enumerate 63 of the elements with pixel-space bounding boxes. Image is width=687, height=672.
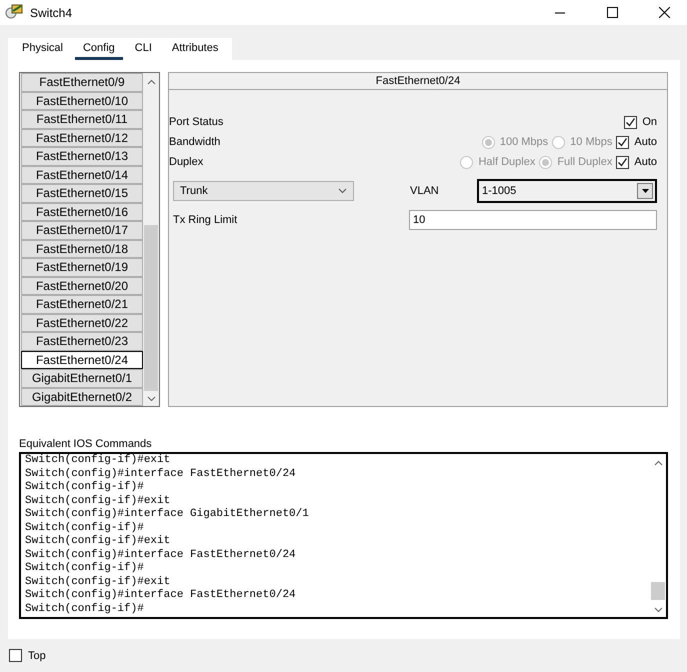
- interface-item[interactable]: FastEthernet0/18: [21, 240, 143, 258]
- interface-item[interactable]: FastEthernet0/13: [21, 147, 143, 166]
- interface-item[interactable]: FastEthernet0/19: [21, 258, 143, 276]
- tab[interactable]: Attributes: [164, 38, 226, 60]
- interface-item[interactable]: FastEthernet0/9: [21, 73, 143, 92]
- setting-label: Bandwidth: [169, 136, 222, 148]
- interface-item[interactable]: FastEthernet0/11: [21, 110, 143, 128]
- command-line: Switch(config-if)#: [25, 522, 145, 535]
- command-line: Switch(config-if)#exit: [25, 576, 172, 589]
- ios-commands-label: Equivalent IOS Commands: [19, 438, 153, 452]
- scrollbar-thumb[interactable]: [144, 225, 158, 391]
- command-line: Switch(config)#interface FastEthernet0/24: [25, 548, 297, 562]
- tab[interactable]: Physical: [14, 38, 71, 60]
- option-label: Full Duplex: [557, 156, 612, 168]
- command-line: Switch(config-if)#: [25, 602, 145, 616]
- command-line: Switch(config)#interface FastEthernet0/24: [25, 589, 297, 602]
- interface-item[interactable]: FastEthernet0/12: [21, 128, 143, 147]
- interface-item[interactable]: FastEthernet0/15: [21, 184, 143, 202]
- mode-dropdown[interactable]: Trunk: [173, 181, 354, 201]
- tx-ring-limit-label: Tx Ring Limit: [173, 214, 238, 226]
- command-line: Switch(config-if)#exit: [25, 535, 172, 548]
- dropdown-arrow-icon: [642, 189, 648, 193]
- panel-title: FastEthernet0/24: [169, 73, 667, 90]
- tx-ring-limit-field[interactable]: 10: [409, 210, 657, 230]
- vlan-label: VLAN: [410, 185, 440, 197]
- option-label: 10 Mbps: [570, 136, 612, 148]
- vlan-dropdown[interactable]: 1-1005: [477, 179, 657, 203]
- command-line: Switch(config)#interface GigabitEthernet0/1: [25, 508, 310, 522]
- interface-item[interactable]: FastEthernet0/17: [21, 221, 143, 240]
- setting-label: Duplex: [169, 156, 204, 168]
- checkbox-label: Auto: [634, 156, 657, 168]
- interface-item[interactable]: FastEthernet0/10: [21, 92, 143, 110]
- command-line: Switch(config-if)#: [25, 481, 145, 494]
- interface-item[interactable]: FastEthernet0/16: [21, 202, 143, 221]
- scroll-down-icon[interactable]: [146, 396, 156, 402]
- checkbox[interactable]: [624, 116, 638, 128]
- setting-label: Port Status: [169, 116, 224, 128]
- interface-item[interactable]: GigabitEthernet0/2: [21, 388, 143, 406]
- scroll-up-icon[interactable]: [146, 79, 156, 85]
- option-label: 100 Mbps: [500, 136, 548, 148]
- interface-item[interactable]: FastEthernet0/20: [21, 276, 143, 295]
- option-label: Half Duplex: [478, 156, 536, 168]
- command-line: Switch(config-if)#exit: [25, 454, 172, 468]
- tab[interactable]: CLI: [126, 38, 160, 60]
- app-icon: [4, 4, 24, 22]
- chevron-icon: [338, 188, 347, 194]
- command-line: Switch(config-if)#exit: [25, 494, 172, 508]
- checkbox[interactable]: [9, 649, 22, 662]
- command-line: Switch(config-if)#: [25, 562, 145, 576]
- window-title: Switch4: [30, 6, 74, 20]
- scrollbar-thumb[interactable]: [651, 582, 665, 600]
- interface-item[interactable]: FastEthernet0/22: [21, 314, 143, 332]
- interface-item[interactable]: GigabitEthernet0/1: [21, 369, 143, 388]
- scroll-down-icon[interactable]: [654, 607, 662, 613]
- checkbox-label: Auto: [634, 136, 657, 148]
- interface-item[interactable]: FastEthernet0/24: [21, 350, 143, 369]
- interface-item[interactable]: FastEthernet0/14: [21, 166, 143, 184]
- interface-item[interactable]: FastEthernet0/23: [21, 332, 143, 350]
- interface-item[interactable]: FastEthernet0/21: [21, 295, 143, 314]
- checkbox-label: Top: [28, 650, 46, 662]
- checkbox-label: On: [642, 116, 657, 128]
- scroll-up-icon[interactable]: [654, 460, 662, 466]
- command-line: Switch(config)#interface FastEthernet0/24: [25, 468, 297, 481]
